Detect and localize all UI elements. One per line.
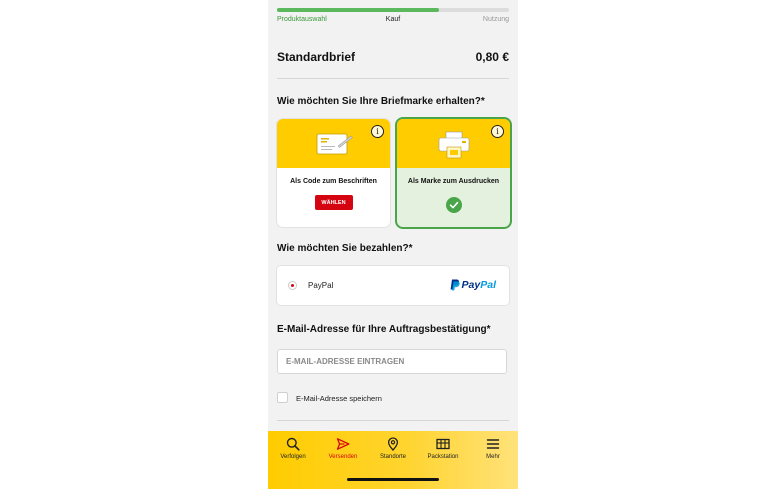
step-kauf: Kauf xyxy=(385,16,401,23)
email-heading: E-Mail-Adresse für Ihre Auftragsbestätig… xyxy=(277,324,491,335)
delivery-option-title: Als Marke zum Ausdrucken xyxy=(407,178,500,185)
paypal-logo-text-1: Pay xyxy=(461,279,481,291)
bottom-tab-bar: Verfolgen Versenden Standorte Packstatio… xyxy=(268,431,518,489)
payment-heading: Wie möchten Sie bezahlen?* xyxy=(277,243,413,254)
delivery-option-print[interactable]: i Als Marke zum Ausdrucken xyxy=(397,119,510,227)
radio-selected-icon[interactable] xyxy=(289,282,296,289)
choose-button[interactable]: WÄHLEN xyxy=(314,195,353,210)
packstation-icon xyxy=(436,438,450,450)
email-field[interactable] xyxy=(277,349,507,374)
search-icon xyxy=(286,437,300,451)
product-summary: Standardbrief 0,80 € xyxy=(277,50,509,64)
product-price: 0,80 € xyxy=(475,50,509,64)
save-email-label: E-Mail-Adresse speichern xyxy=(296,394,382,403)
progress-fill xyxy=(277,8,440,12)
tab-mehr[interactable]: Mehr xyxy=(468,431,518,489)
printer-illustration xyxy=(438,131,469,159)
home-indicator[interactable] xyxy=(347,478,439,481)
tab-verfolgen[interactable]: Verfolgen xyxy=(268,431,318,489)
location-pin-icon xyxy=(387,437,399,451)
payment-method-label: PayPal xyxy=(308,281,334,290)
card-header: i xyxy=(397,119,510,168)
menu-icon xyxy=(486,439,500,449)
paypal-logo-text-2: Pal xyxy=(480,279,496,291)
tab-label: Versenden xyxy=(328,454,358,460)
delivery-option-code[interactable]: i Als Code zum Beschriften WÄHLEN xyxy=(277,119,390,227)
payment-option-paypal[interactable]: PayPal Pay Pal xyxy=(277,266,509,305)
tab-label: Mehr xyxy=(486,454,500,460)
paypal-logo: Pay Pal xyxy=(450,279,496,291)
paypal-icon xyxy=(450,279,460,291)
tab-label: Standorte xyxy=(379,454,407,460)
tab-label: Verfolgen xyxy=(280,454,306,460)
delivery-heading: Wie möchten Sie Ihre Briefmarke erhalten… xyxy=(277,96,485,107)
delivery-option-title: Als Code zum Beschriften xyxy=(290,178,377,185)
send-icon xyxy=(336,438,350,450)
info-icon[interactable]: i xyxy=(491,125,504,138)
divider xyxy=(277,78,509,79)
info-icon[interactable]: i xyxy=(371,125,384,138)
card-header: i xyxy=(277,119,390,168)
progress-bar xyxy=(277,8,509,12)
divider xyxy=(277,420,509,421)
checkmark-icon xyxy=(445,197,462,213)
envelope-code-illustration xyxy=(316,133,353,155)
step-nutzung: Nutzung xyxy=(482,16,509,23)
product-name: Standardbrief xyxy=(277,50,356,64)
save-email-checkbox[interactable] xyxy=(277,392,288,403)
phone-screen: Produktauswahl Kauf Nutzung Standardbrie… xyxy=(268,0,518,489)
tab-label: Packstation xyxy=(427,454,459,460)
